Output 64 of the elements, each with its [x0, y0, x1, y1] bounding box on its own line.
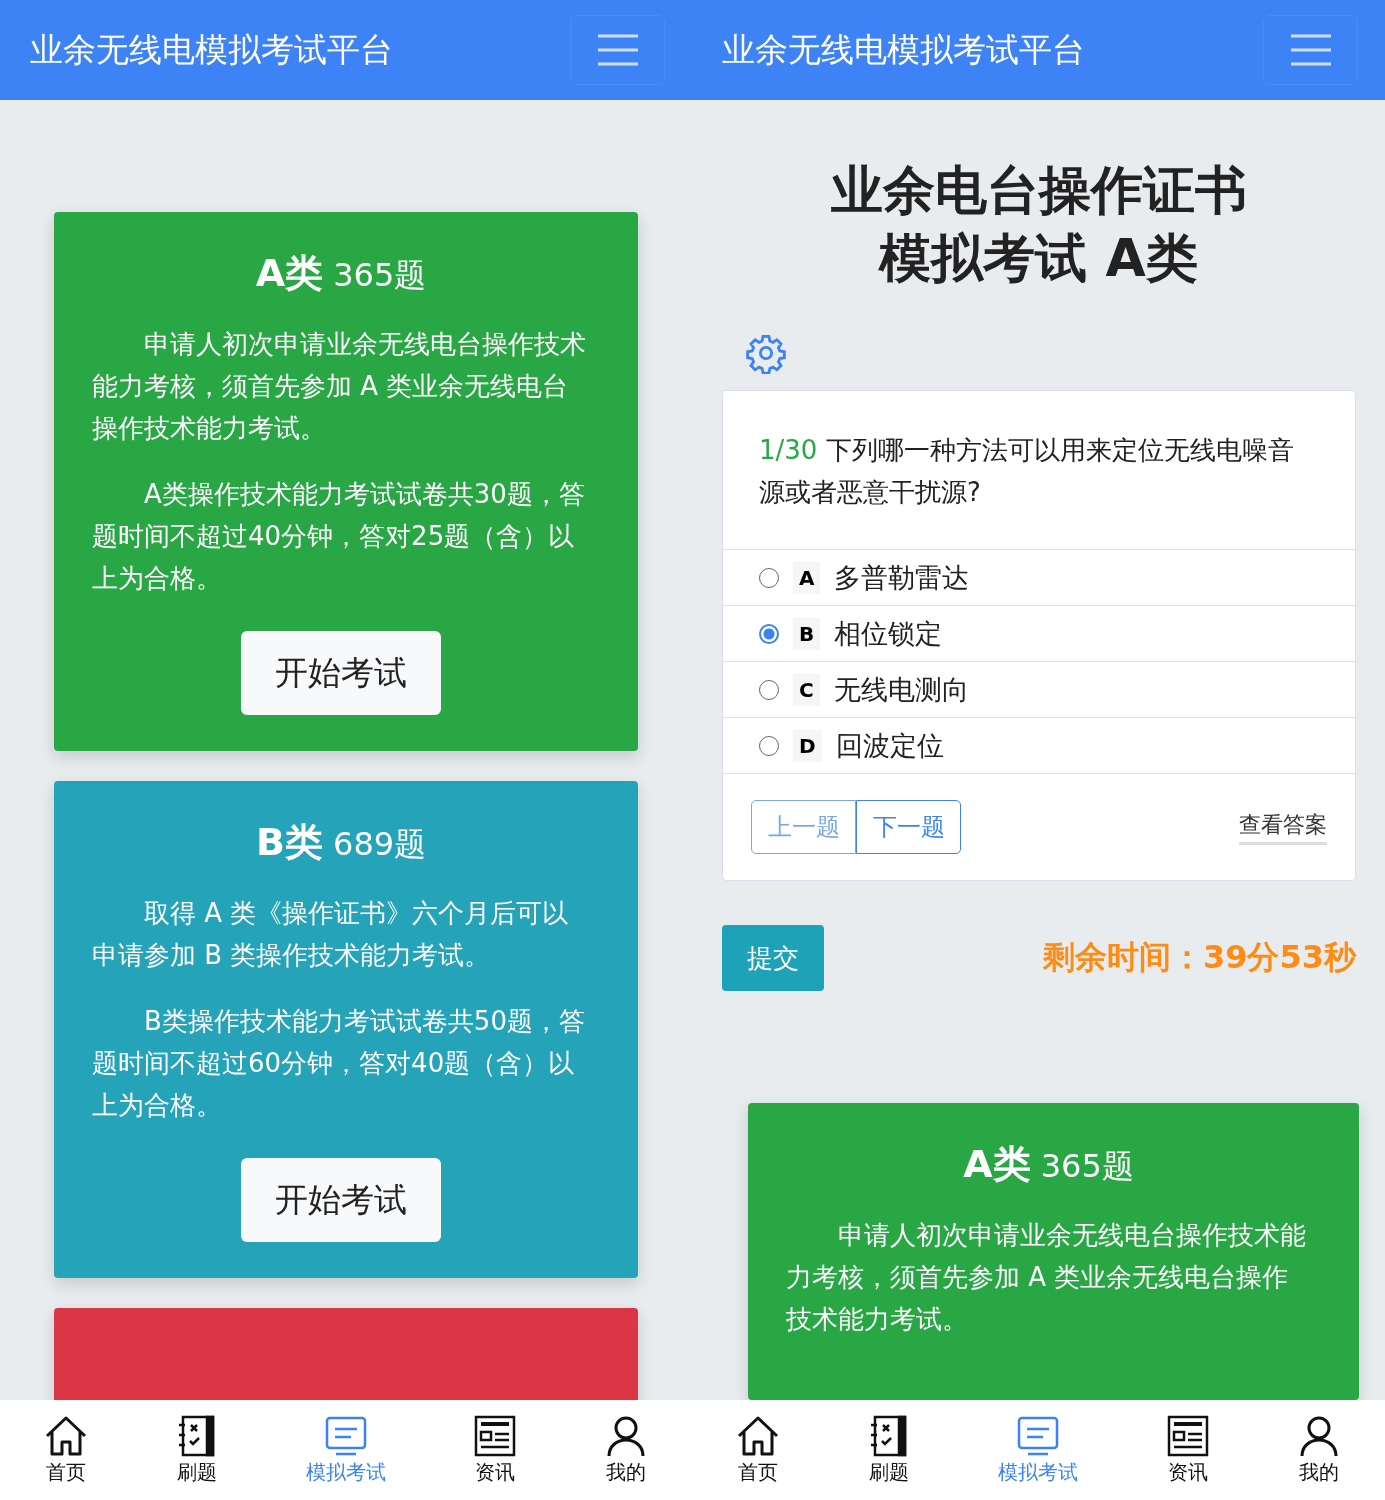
- option-text: 回波定位: [835, 728, 944, 763]
- radio-button[interactable]: [759, 623, 779, 644]
- next-button[interactable]: 下一题: [856, 800, 961, 854]
- nav-label: 模拟考试: [305, 1458, 386, 1486]
- nav-label: 首页: [737, 1458, 778, 1486]
- nav-tab[interactable]: 我的: [604, 1414, 649, 1486]
- card-title: A类 365题: [962, 1141, 1135, 1188]
- question-text: 1/30 下列哪一种方法可以用来定位无线电噪音源或者恶意干扰源?: [758, 434, 1295, 509]
- answer-option[interactable]: D 回波定位: [723, 717, 1355, 773]
- nav-label: 我的: [1299, 1458, 1340, 1486]
- app-title: 业余无线电模拟考试平台: [30, 28, 393, 71]
- exam-screen-icon: [323, 1414, 368, 1457]
- radio-button[interactable]: [759, 679, 779, 700]
- nav-tab[interactable]: 我的: [1297, 1414, 1342, 1486]
- option-letter: A: [793, 561, 821, 594]
- radio-button[interactable]: [759, 735, 779, 756]
- exam-screen-icon: [1016, 1414, 1061, 1457]
- menu-button[interactable]: [1263, 15, 1358, 85]
- remaining-time: 剩余时间：39分53秒: [1042, 937, 1356, 978]
- nav-label: 模拟考试: [998, 1458, 1079, 1486]
- menu-button[interactable]: [570, 15, 665, 85]
- card-description: 申请人初次申请业余无线电台操作技术能力考核，须首先参加 A 类业余无线电台操作技术能力考试。: [92, 328, 587, 445]
- nav-tab[interactable]: 模拟考试: [998, 1414, 1079, 1486]
- newspaper-icon: [473, 1414, 518, 1457]
- nav-label: 首页: [45, 1458, 86, 1486]
- nav-label: 资讯: [1167, 1458, 1208, 1486]
- home-icon: [735, 1414, 780, 1457]
- option-text: 相位锁定: [834, 616, 943, 651]
- newspaper-icon: [1165, 1414, 1210, 1457]
- nav-tab[interactable]: 资讯: [1165, 1414, 1210, 1486]
- card-description: A类操作技术能力考试试卷共30题，答题时间不超过40分钟，答对25题（含）以上为合格。: [92, 478, 586, 595]
- nav-tab[interactable]: 首页: [43, 1414, 88, 1486]
- nav-label: 资讯: [475, 1458, 516, 1486]
- start-exam-button[interactable]: 开始考试: [241, 1158, 441, 1242]
- option-letter: D: [793, 729, 822, 762]
- settings-icon[interactable]: [744, 332, 788, 374]
- nav-label: 刷题: [176, 1458, 217, 1486]
- nav-tab[interactable]: 首页: [735, 1414, 780, 1486]
- option-letter: B: [793, 617, 821, 650]
- nav-tab[interactable]: 刷题: [174, 1414, 219, 1486]
- view-answer-link[interactable]: 查看答案: [1239, 809, 1327, 845]
- nav-label: 刷题: [869, 1458, 910, 1486]
- card-description: 取得 A 类《操作证书》六个月后可以申请参加 B 类操作技术能力考试。: [92, 897, 570, 972]
- nav-label: 我的: [606, 1458, 647, 1486]
- card-title: A类 365题: [254, 250, 428, 297]
- exam-title: 业余电台操作证书 模拟考试 A类: [829, 159, 1248, 290]
- home-icon: [43, 1414, 88, 1457]
- radio-button[interactable]: [759, 567, 779, 588]
- answer-option[interactable]: C 无线电测向: [723, 661, 1355, 717]
- menu-icon: [1288, 33, 1333, 67]
- card-title: B类 689题: [254, 819, 428, 866]
- option-letter: C: [793, 673, 820, 706]
- option-text: 多普勒雷达: [834, 560, 970, 595]
- card-description: 申请人初次申请业余无线电台操作技术能力考核，须首先参加 A 类业余无线电台操作技术能力考试。: [786, 1219, 1307, 1336]
- answer-option[interactable]: A 多普勒雷达: [723, 549, 1355, 605]
- start-exam-button[interactable]: 开始考试: [241, 631, 441, 715]
- nav-tab[interactable]: 刷题: [867, 1414, 912, 1486]
- answer-option[interactable]: B 相位锁定: [723, 605, 1355, 661]
- card-description: B类操作技术能力考试试卷共50题，答题时间不超过60分钟，答对40题（含）以上为合格。: [92, 1005, 586, 1122]
- menu-icon: [595, 33, 640, 67]
- nav-tab[interactable]: 模拟考试: [305, 1414, 386, 1486]
- nav-tab[interactable]: 资讯: [473, 1414, 518, 1486]
- option-text: 无线电测向: [833, 672, 969, 707]
- app-title: 业余无线电模拟考试平台: [722, 28, 1085, 71]
